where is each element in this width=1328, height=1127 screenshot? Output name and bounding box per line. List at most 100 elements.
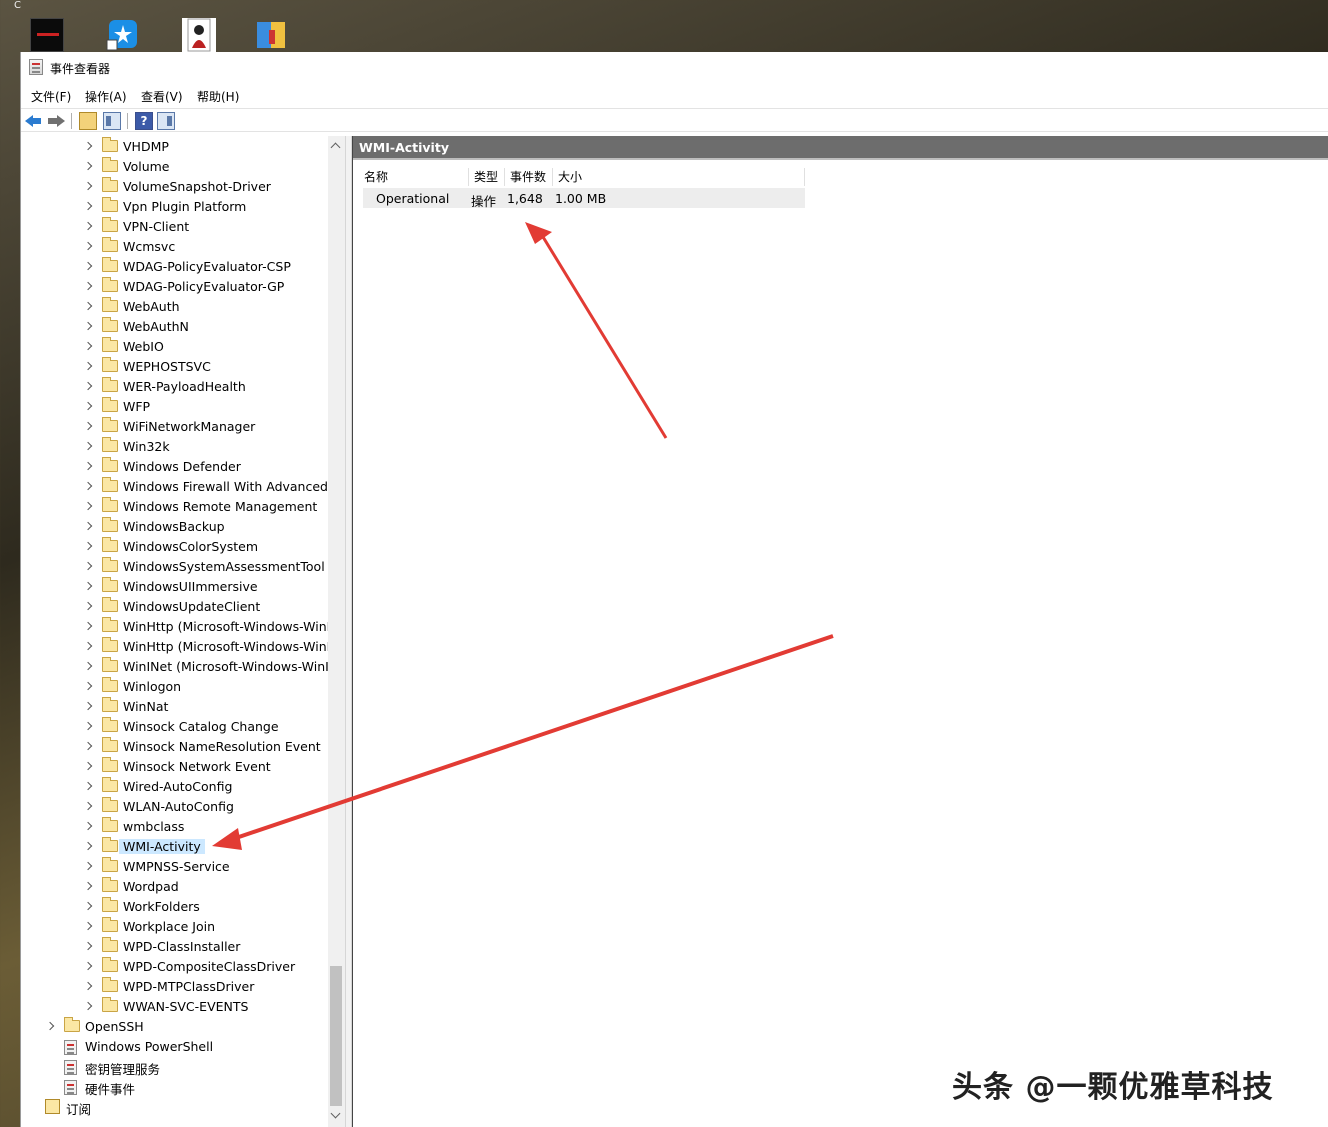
column-header-count[interactable]: 事件数 — [505, 168, 553, 186]
tree-item-label: WEPHOSTSVC — [123, 359, 211, 374]
chevron-right-icon[interactable] — [83, 701, 93, 711]
folder-icon — [102, 597, 118, 612]
chevron-right-icon[interactable] — [83, 361, 93, 371]
chevron-right-icon[interactable] — [83, 521, 93, 531]
folder-up-icon[interactable] — [79, 112, 97, 130]
scroll-down-icon[interactable] — [330, 1108, 341, 1119]
log-row-operational[interactable]: Operational 操作 1,648 1.00 MB — [363, 188, 805, 209]
menu-action[interactable]: 操作(A) — [85, 88, 127, 105]
console-tree[interactable]: VHDMP Volume VolumeSnapshot-Driver Vpn Plug… — [21, 136, 347, 1127]
chevron-right-icon[interactable] — [83, 861, 93, 871]
pane-splitter[interactable] — [345, 136, 352, 1127]
chevron-right-icon[interactable] — [83, 841, 93, 851]
folder-icon — [102, 257, 118, 272]
chevron-right-icon[interactable] — [83, 281, 93, 291]
tree-scrollbar[interactable] — [328, 136, 345, 1127]
toolbar-separator — [71, 113, 72, 129]
desktop-image-icon[interactable] — [182, 18, 216, 52]
chevron-right-icon[interactable] — [83, 481, 93, 491]
tree-item-label: WDAG-PolicyEvaluator-CSP — [123, 259, 291, 274]
chevron-right-icon[interactable] — [83, 421, 93, 431]
log-type: 操作 — [471, 194, 497, 209]
chevron-right-icon[interactable] — [83, 561, 93, 571]
chevron-right-icon[interactable] — [83, 741, 93, 751]
chevron-right-icon[interactable] — [83, 241, 93, 251]
help-icon[interactable]: ? — [135, 112, 153, 130]
menu-help[interactable]: 帮助(H) — [197, 88, 239, 105]
folder-icon — [102, 457, 118, 472]
desktop-app-icon[interactable] — [30, 18, 64, 52]
column-header-name[interactable]: 名称 — [359, 168, 469, 186]
chevron-right-icon[interactable] — [83, 801, 93, 811]
chevron-right-icon[interactable] — [83, 341, 93, 351]
chevron-right-icon[interactable] — [83, 1001, 93, 1011]
chevron-right-icon[interactable] — [83, 181, 93, 191]
column-header-size[interactable]: 大小 — [553, 168, 805, 186]
event-log-icon — [64, 1080, 77, 1095]
chevron-right-icon[interactable] — [83, 621, 93, 631]
chevron-right-icon[interactable] — [83, 821, 93, 831]
tree-item-label: WinNat — [123, 699, 169, 714]
scroll-thumb[interactable] — [330, 966, 342, 1106]
tree-item-label: WMI-Activity — [119, 839, 205, 854]
tree-item-label: WDAG-PolicyEvaluator-GP — [123, 279, 285, 294]
chevron-right-icon[interactable] — [83, 321, 93, 331]
tree-item-label: WMPNSS-Service — [123, 859, 230, 874]
chevron-right-icon[interactable] — [83, 141, 93, 151]
chevron-right-icon[interactable] — [83, 401, 93, 411]
folder-icon — [102, 217, 118, 232]
tree-item-label: WPD-MTPClassDriver — [123, 979, 255, 994]
chevron-right-icon[interactable] — [83, 221, 93, 231]
chevron-right-icon[interactable] — [83, 301, 93, 311]
chevron-right-icon[interactable] — [45, 1021, 55, 1031]
chevron-right-icon[interactable] — [83, 961, 93, 971]
chevron-right-icon[interactable] — [83, 761, 93, 771]
scroll-up-icon[interactable] — [330, 142, 341, 153]
tree-item-label: Volume — [123, 159, 170, 174]
chevron-right-icon[interactable] — [83, 881, 93, 891]
chevron-right-icon[interactable] — [83, 381, 93, 391]
tree-item-label: 密钥管理服务 — [85, 1062, 161, 1077]
folder-icon — [102, 797, 118, 812]
chevron-right-icon[interactable] — [83, 921, 93, 931]
show-hide-action-pane-icon[interactable] — [157, 112, 175, 130]
chevron-right-icon[interactable] — [83, 601, 93, 611]
chevron-right-icon[interactable] — [83, 641, 93, 651]
folder-icon — [102, 357, 118, 372]
tree-item-label: WindowsColorSystem — [123, 539, 259, 554]
watermark-text: 头条 @一颗优雅草科技 — [952, 1070, 1274, 1105]
back-arrow-icon[interactable] — [25, 112, 43, 130]
folder-icon — [102, 897, 118, 912]
chevron-right-icon[interactable] — [83, 581, 93, 591]
title-bar[interactable]: 事件查看器 — [21, 52, 1328, 82]
folder-icon — [102, 517, 118, 532]
folder-icon — [102, 297, 118, 312]
tree-item-label: Windows Remote Management — [123, 499, 318, 514]
show-hide-console-tree-icon[interactable] — [103, 112, 121, 130]
chevron-right-icon[interactable] — [83, 681, 93, 691]
chevron-right-icon[interactable] — [83, 161, 93, 171]
menu-file[interactable]: 文件(F) — [31, 88, 71, 105]
chevron-right-icon[interactable] — [83, 661, 93, 671]
tree-item-label: WLAN-AutoConfig — [123, 799, 234, 814]
chevron-right-icon[interactable] — [83, 981, 93, 991]
desktop-archive-icon[interactable] — [255, 18, 289, 52]
column-header-type[interactable]: 类型 — [469, 168, 505, 186]
forward-arrow-icon[interactable] — [47, 112, 65, 130]
menu-view[interactable]: 查看(V) — [141, 88, 183, 105]
chevron-right-icon[interactable] — [83, 441, 93, 451]
chevron-right-icon[interactable] — [83, 261, 93, 271]
log-event-count: 1,648 — [507, 191, 543, 206]
tree-item-label: Winlogon — [123, 679, 182, 694]
desktop-shortcut-icon[interactable] — [106, 18, 140, 52]
chevron-right-icon[interactable] — [83, 541, 93, 551]
chevron-right-icon[interactable] — [83, 501, 93, 511]
chevron-right-icon[interactable] — [83, 461, 93, 471]
chevron-right-icon[interactable] — [83, 781, 93, 791]
chevron-right-icon[interactable] — [83, 721, 93, 731]
pane-title-divider — [353, 158, 1328, 160]
chevron-right-icon[interactable] — [83, 201, 93, 211]
chevron-right-icon[interactable] — [83, 941, 93, 951]
chevron-right-icon[interactable] — [83, 901, 93, 911]
tree-item-label: WindowsUIImmersive — [123, 579, 258, 594]
